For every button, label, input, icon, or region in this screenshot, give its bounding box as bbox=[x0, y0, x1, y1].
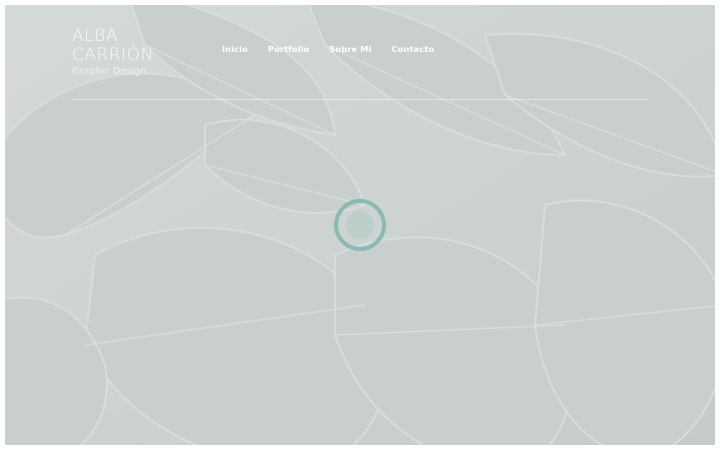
header-divider bbox=[72, 99, 648, 100]
nav-item-contacto[interactable]: Contacto bbox=[391, 44, 434, 54]
nav-item-inicio[interactable]: Inicio bbox=[222, 44, 248, 54]
nav-item-sobre-mi[interactable]: Sobre Mi bbox=[329, 44, 371, 54]
logo-name-line2: CARRIÓN bbox=[72, 45, 154, 65]
site-logo[interactable]: ALBA CARRIÓN Graphic Design bbox=[72, 27, 154, 77]
loading-spinner-icon bbox=[334, 199, 386, 251]
main-nav: Inicio Portfolio Sobre Mi Contacto bbox=[222, 44, 454, 54]
logo-tagline: Graphic Design bbox=[72, 66, 147, 77]
nav-item-portfolio[interactable]: Portfolio bbox=[268, 44, 309, 54]
page-frame: ALBA CARRIÓN Graphic Design Inicio Portf… bbox=[5, 5, 715, 445]
logo-name-line1: ALBA bbox=[72, 26, 118, 46]
